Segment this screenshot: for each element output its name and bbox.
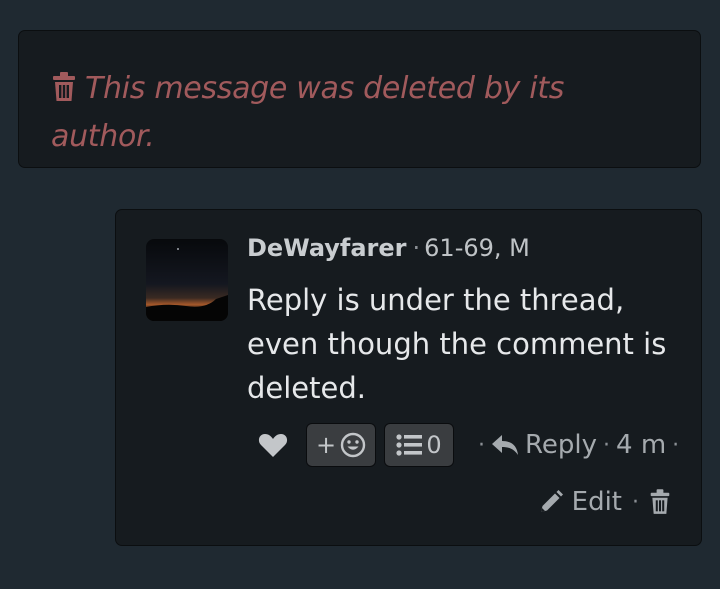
edit-label: Edit bbox=[571, 487, 622, 517]
trash-icon[interactable] bbox=[649, 488, 671, 516]
user-info: 61-69, M bbox=[424, 234, 530, 262]
trash-icon bbox=[51, 71, 77, 115]
comment-meta: DeWayfarer · 61-69, M bbox=[247, 234, 530, 262]
separator-dot: · bbox=[672, 432, 680, 458]
deleted-message-text: This message was deleted by its author. bbox=[51, 71, 565, 154]
comment-body: Reply is under the thread, even though t… bbox=[247, 283, 667, 405]
separator-dot: · bbox=[603, 432, 611, 458]
separator-dot: · bbox=[632, 489, 639, 515]
edit-button[interactable]: Edit bbox=[538, 487, 622, 517]
comment-actions: + 0 · Reply · 4 m · bbox=[258, 420, 685, 470]
reply-label: Reply bbox=[525, 430, 598, 460]
heart-icon[interactable] bbox=[258, 432, 288, 458]
add-reaction-button[interactable]: + bbox=[306, 423, 376, 467]
reply-button[interactable]: Reply bbox=[491, 430, 597, 460]
list-count-button[interactable]: 0 bbox=[384, 423, 454, 467]
separator-dot: · bbox=[478, 432, 485, 458]
reply-arrow-icon bbox=[492, 435, 518, 455]
timestamp: 4 m bbox=[616, 430, 667, 460]
list-count: 0 bbox=[426, 431, 442, 459]
list-icon bbox=[396, 434, 423, 456]
pencil-icon bbox=[540, 490, 563, 512]
plus-label: + bbox=[315, 431, 337, 459]
smiley-icon bbox=[340, 432, 366, 458]
deleted-message-card: This message was deleted by its author. bbox=[18, 30, 701, 168]
reply-comment-card: DeWayfarer · 61-69, M Reply is under the t… bbox=[115, 209, 702, 546]
username[interactable]: DeWayfarer bbox=[247, 234, 407, 262]
meta-separator: · bbox=[412, 234, 421, 262]
comment-owner-actions: Edit · bbox=[538, 482, 671, 522]
avatar[interactable] bbox=[146, 239, 228, 321]
